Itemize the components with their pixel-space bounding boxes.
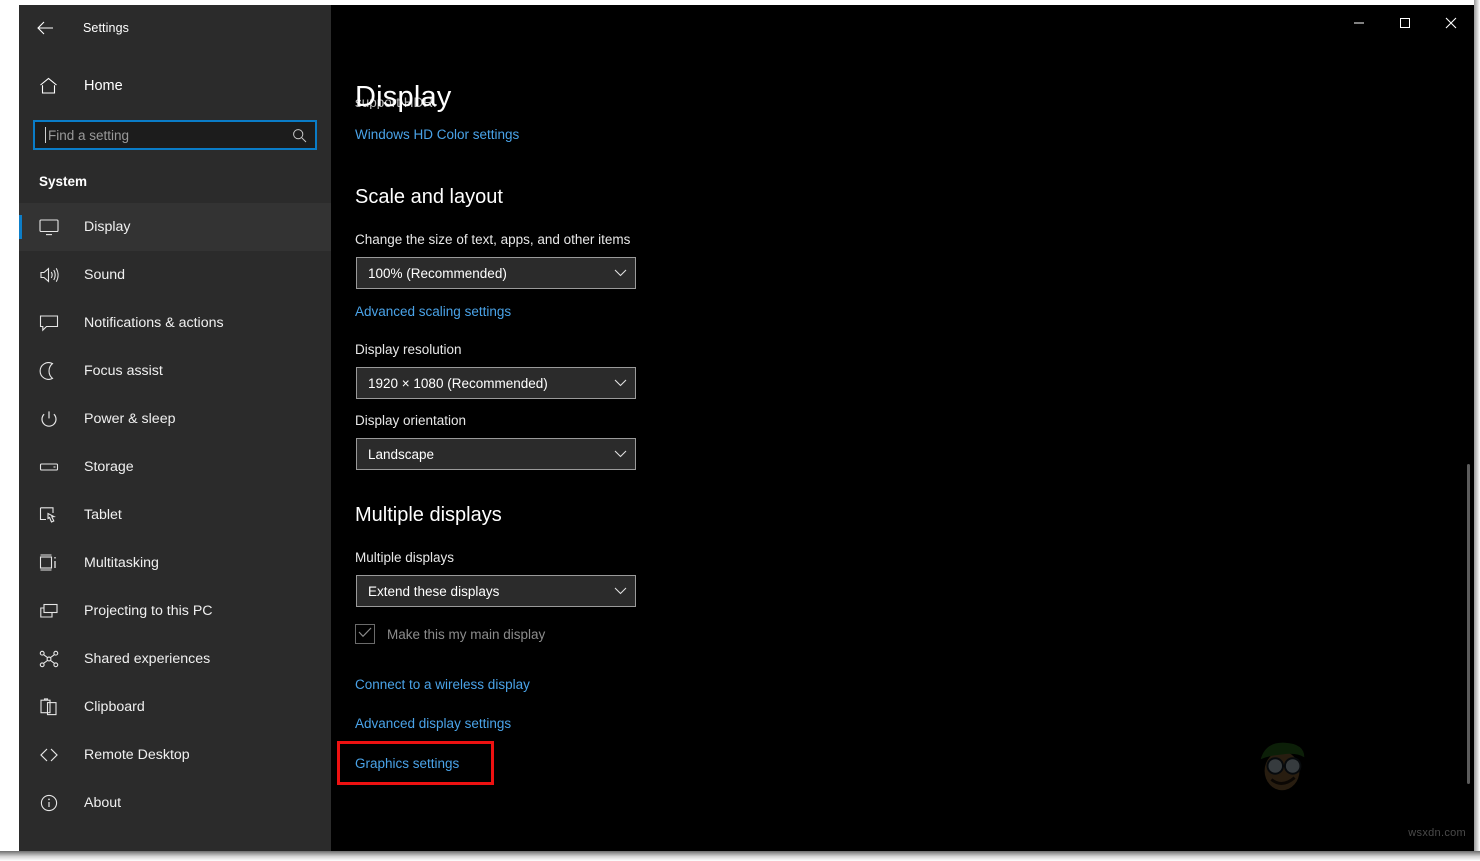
window-frame-right bbox=[1474, 0, 1480, 861]
sidebar-item-focus-assist[interactable]: Focus assist bbox=[19, 347, 331, 395]
speaker-icon bbox=[39, 263, 63, 287]
sidebar-item-home[interactable]: Home bbox=[19, 66, 331, 106]
site-watermark-text: wsxdn.com bbox=[1408, 827, 1466, 839]
remote-desktop-icon bbox=[39, 743, 63, 767]
moon-icon bbox=[39, 359, 63, 383]
sidebar-item-multitasking[interactable]: Multitasking bbox=[19, 539, 331, 587]
sidebar-item-tablet[interactable]: Tablet bbox=[19, 491, 331, 539]
multiple-displays-dropdown-value: Extend these displays bbox=[368, 584, 614, 599]
checkmark-icon bbox=[358, 625, 372, 643]
main-content: support HDR. Display Windows HD Color se… bbox=[331, 5, 1474, 851]
advanced-scaling-settings-link[interactable]: Advanced scaling settings bbox=[355, 304, 511, 319]
orientation-dropdown-value: Landscape bbox=[368, 447, 614, 462]
scale-dropdown-value: 100% (Recommended) bbox=[368, 266, 614, 281]
sidebar: Settings Home Find a setting bbox=[19, 5, 331, 851]
graphics-settings-link[interactable]: Graphics settings bbox=[355, 756, 459, 771]
sidebar-item-display[interactable]: Display bbox=[19, 203, 331, 251]
maximize-icon bbox=[1399, 16, 1411, 34]
sidebar-item-home-label: Home bbox=[84, 78, 123, 94]
content-scroll-area: support HDR. Display Windows HD Color se… bbox=[331, 5, 1474, 851]
home-icon bbox=[39, 77, 65, 95]
make-main-display-checkbox-row[interactable]: Make this my main display bbox=[355, 624, 545, 644]
settings-window: Settings Home Find a setting bbox=[0, 0, 1480, 861]
back-button[interactable] bbox=[25, 12, 65, 44]
make-main-display-label: Make this my main display bbox=[387, 627, 545, 642]
sidebar-item-projecting-to-this-pc[interactable]: Projecting to this PC bbox=[19, 587, 331, 635]
sidebar-item-about[interactable]: About bbox=[19, 779, 331, 827]
maximize-button[interactable] bbox=[1382, 5, 1428, 45]
scale-field-label: Change the size of text, apps, and other… bbox=[355, 232, 630, 247]
sidebar-item-sound[interactable]: Sound bbox=[19, 251, 331, 299]
sidebar-section-label: System bbox=[39, 174, 331, 189]
share-nodes-icon bbox=[39, 647, 63, 671]
sidebar-item-label: About bbox=[84, 795, 121, 811]
sidebar-item-label: Sound bbox=[84, 267, 125, 283]
sidebar-item-clipboard[interactable]: Clipboard bbox=[19, 683, 331, 731]
project-screen-icon bbox=[39, 599, 63, 623]
back-arrow-icon bbox=[37, 21, 54, 35]
sidebar-titlebar: Settings bbox=[19, 5, 331, 51]
sidebar-item-label: Remote Desktop bbox=[84, 747, 190, 763]
sidebar-item-label: Storage bbox=[84, 459, 134, 475]
chevron-down-icon bbox=[614, 379, 627, 387]
resolution-dropdown-value: 1920 × 1080 (Recommended) bbox=[368, 376, 614, 391]
info-icon bbox=[39, 791, 63, 815]
resolution-field-label: Display resolution bbox=[355, 342, 462, 357]
sidebar-item-label: Tablet bbox=[84, 507, 122, 523]
multiple-displays-field-label: Multiple displays bbox=[355, 550, 454, 565]
page-title: Display bbox=[355, 81, 452, 114]
orientation-dropdown[interactable]: Landscape bbox=[356, 438, 636, 470]
search-caret bbox=[45, 127, 46, 143]
make-main-display-checkbox[interactable] bbox=[355, 624, 375, 644]
multiple-displays-dropdown[interactable]: Extend these displays bbox=[356, 575, 636, 607]
content-scrollbar-thumb[interactable] bbox=[1467, 464, 1470, 784]
sidebar-item-label: Projecting to this PC bbox=[84, 603, 213, 619]
drive-icon bbox=[39, 455, 63, 479]
chevron-down-icon bbox=[614, 587, 627, 595]
sidebar-item-label: Focus assist bbox=[84, 363, 163, 379]
sidebar-item-label: Shared experiences bbox=[84, 651, 210, 667]
connect-wireless-display-link[interactable]: Connect to a wireless display bbox=[355, 677, 530, 692]
advanced-display-settings-link[interactable]: Advanced display settings bbox=[355, 716, 511, 731]
orientation-field-label: Display orientation bbox=[355, 413, 466, 428]
chevron-down-icon bbox=[614, 269, 627, 277]
minimize-icon bbox=[1353, 16, 1365, 34]
sidebar-item-label: Notifications & actions bbox=[84, 315, 224, 331]
search-icon[interactable] bbox=[292, 128, 307, 143]
search-input[interactable]: Find a setting bbox=[33, 120, 317, 150]
window-frame-bottom bbox=[0, 851, 1480, 861]
scale-dropdown[interactable]: 100% (Recommended) bbox=[356, 257, 636, 289]
minimize-button[interactable] bbox=[1336, 5, 1382, 45]
sidebar-item-label: Power & sleep bbox=[84, 411, 175, 427]
sidebar-item-storage[interactable]: Storage bbox=[19, 443, 331, 491]
search-wrapper: Find a setting bbox=[33, 120, 311, 150]
multitask-icon bbox=[39, 551, 63, 575]
sidebar-item-notifications-actions[interactable]: Notifications & actions bbox=[19, 299, 331, 347]
tablet-hand-icon bbox=[39, 503, 63, 527]
sidebar-item-label: Display bbox=[84, 219, 131, 235]
window-frame-left bbox=[0, 0, 19, 861]
sidebar-item-label: Multitasking bbox=[84, 555, 159, 571]
sidebar-item-power-sleep[interactable]: Power & sleep bbox=[19, 395, 331, 443]
window-title: Settings bbox=[83, 21, 129, 35]
chat-bubble-icon bbox=[39, 311, 63, 335]
windows-hd-color-settings-link[interactable]: Windows HD Color settings bbox=[355, 127, 519, 142]
power-icon bbox=[39, 407, 63, 431]
chevron-down-icon bbox=[614, 450, 627, 458]
close-icon bbox=[1445, 16, 1457, 34]
site-watermark-logo bbox=[1252, 734, 1314, 796]
scale-and-layout-heading: Scale and layout bbox=[355, 186, 503, 209]
sidebar-nav-list: Display Sound Notifications & actions Focus… bbox=[19, 203, 331, 827]
search-placeholder: Find a setting bbox=[48, 128, 292, 143]
window-controls bbox=[1336, 5, 1474, 45]
sidebar-item-label: Clipboard bbox=[84, 699, 145, 715]
close-button[interactable] bbox=[1428, 5, 1474, 45]
resolution-dropdown[interactable]: 1920 × 1080 (Recommended) bbox=[356, 367, 636, 399]
clipboard-icon bbox=[39, 695, 63, 719]
multiple-displays-heading: Multiple displays bbox=[355, 504, 502, 527]
sidebar-item-shared-experiences[interactable]: Shared experiences bbox=[19, 635, 331, 683]
window-frame-top bbox=[0, 0, 1480, 5]
sidebar-item-remote-desktop[interactable]: Remote Desktop bbox=[19, 731, 331, 779]
monitor-icon bbox=[39, 215, 63, 239]
